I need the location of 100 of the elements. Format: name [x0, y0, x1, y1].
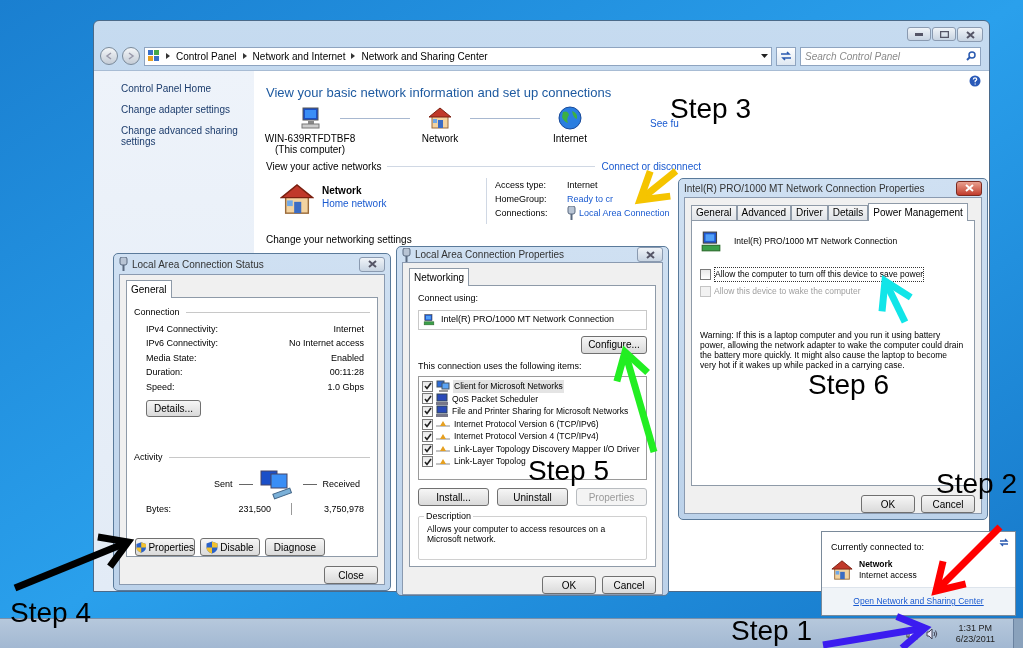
- chevron-icon: [166, 53, 170, 59]
- search-field[interactable]: Search Control Panel: [800, 46, 981, 66]
- group-title: Activity: [134, 451, 163, 464]
- chevron-icon: [242, 53, 247, 59]
- sidebar-link[interactable]: Change adapter settings: [121, 104, 248, 115]
- checkbox[interactable]: [422, 406, 433, 417]
- detail-label: Access type:: [495, 178, 548, 192]
- list-item[interactable]: Internet Protocol Version 4 (TCP/IPv4): [453, 430, 600, 444]
- back-button[interactable]: [100, 47, 118, 65]
- checkbox[interactable]: [422, 418, 433, 430]
- help-icon[interactable]: [969, 75, 981, 87]
- network-adapter-icon: [423, 313, 435, 326]
- description-text: Allows your computer to access resources on a Microsoft network.: [427, 524, 607, 544]
- list-item[interactable]: File and Printer Sharing for Microsoft Networks: [451, 405, 630, 418]
- tab[interactable]: General: [126, 280, 172, 298]
- breadcrumb-item[interactable]: Control Panel: [176, 48, 237, 64]
- adapter-name: Intel(R) PRO/1000 MT Network Connection: [734, 235, 898, 248]
- control-panel-icon: [148, 50, 160, 62]
- tab[interactable]: Details: [827, 205, 869, 220]
- button[interactable]: Details...: [146, 400, 201, 417]
- sidebar-link[interactable]: Change advanced sharing settings: [121, 125, 248, 147]
- list-item[interactable]: Link-Layer Topology Discovery Mapper I/O Driver: [453, 442, 641, 456]
- plug-icon: [402, 247, 411, 262]
- network-adapter-icon: [700, 231, 722, 253]
- forward-button[interactable]: [122, 47, 140, 65]
- button[interactable]: Close: [324, 566, 378, 584]
- tab[interactable]: General: [691, 205, 737, 220]
- breadcrumb-item[interactable]: Network and Sharing Center: [361, 48, 488, 64]
- minimize-button[interactable]: [907, 27, 931, 41]
- checkbox[interactable]: [422, 380, 433, 392]
- list-item[interactable]: Internet Protocol Version 6 (TCP/IPv6): [453, 417, 600, 431]
- close-button[interactable]: [359, 256, 385, 272]
- list-item[interactable]: Client for Microsoft Networks: [453, 379, 564, 393]
- button[interactable]: Cancel: [921, 495, 975, 513]
- button[interactable]: OK: [861, 495, 915, 513]
- network-status: Internet access: [859, 569, 917, 581]
- field-label: Bytes:: [146, 502, 172, 516]
- button[interactable]: Configure...: [581, 335, 647, 354]
- tab[interactable]: Driver: [791, 205, 828, 220]
- node-sublabel: (This computer): [275, 143, 345, 155]
- list-item[interactable]: Link-Layer Topolog: [453, 455, 527, 469]
- dialog-title: Local Area Connection Status: [132, 257, 265, 272]
- button[interactable]: Properties: [135, 538, 195, 556]
- dropdown-icon[interactable]: [761, 54, 768, 58]
- button[interactable]: Cancel: [602, 576, 656, 594]
- checkbox[interactable]: [422, 443, 433, 455]
- adapter-field: Intel(R) PRO/1000 MT Network Connection: [418, 309, 647, 330]
- network-type-link[interactable]: Home network: [322, 196, 387, 210]
- breadcrumb-item[interactable]: Network and Internet: [252, 48, 346, 64]
- field-value: Enabled: [330, 351, 364, 365]
- checkbox[interactable]: [422, 431, 433, 443]
- section-title: View your active networks: [266, 159, 382, 174]
- chevron-icon: [351, 53, 356, 59]
- sidebar-link[interactable]: Control Panel Home: [121, 83, 248, 94]
- connection-link[interactable]: Local Area Connection: [579, 205, 670, 220]
- section-title: Change your networking settings: [266, 232, 412, 247]
- address-bar[interactable]: Control Panel Network and Internet Network and Sharing Center: [144, 46, 772, 66]
- checkbox[interactable]: [422, 393, 433, 405]
- tab[interactable]: Advanced: [736, 205, 792, 220]
- speaker-icon[interactable]: [925, 627, 938, 640]
- close-button[interactable]: [637, 247, 663, 262]
- checkbox-label[interactable]: Allow the computer to turn off this device to save power: [714, 267, 925, 282]
- field-label: Media State:: [146, 351, 197, 365]
- button[interactable]: Uninstall: [497, 488, 568, 506]
- homegroup-link[interactable]: Ready to cr: [567, 191, 614, 206]
- house-icon: [280, 181, 314, 216]
- connect-link[interactable]: Connect or disconnect: [601, 158, 701, 174]
- bytes-received: 3,750,978: [322, 502, 364, 516]
- list-item[interactable]: QoS Packet Scheduler: [451, 392, 539, 406]
- close-icon: [965, 30, 975, 39]
- field-label: This connection uses the following items:: [418, 359, 583, 373]
- forward-icon: [127, 52, 135, 60]
- sent-label: Sent: [214, 477, 233, 491]
- tab[interactable]: Networking: [409, 268, 470, 286]
- tab[interactable]: Power Management: [868, 203, 968, 221]
- protocol-icon: [436, 445, 450, 454]
- plug-icon: [119, 257, 128, 271]
- plug-icon: [567, 205, 576, 220]
- button[interactable]: Diagnose: [265, 538, 325, 556]
- checkbox[interactable]: [700, 268, 711, 280]
- field-value: No Internet access: [288, 337, 364, 350]
- button[interactable]: Install...: [418, 488, 489, 506]
- refresh-button[interactable]: [776, 46, 796, 66]
- protocol-icon: [436, 457, 450, 466]
- button[interactable]: Disable: [200, 538, 260, 556]
- checkbox[interactable]: [422, 456, 433, 468]
- dialog-title: Intel(R) PRO/1000 MT Network Connection Properties: [684, 181, 926, 196]
- protocol-icon: [436, 420, 450, 429]
- button[interactable]: OK: [542, 576, 596, 594]
- refresh-icon[interactable]: [999, 538, 1009, 547]
- field-label: Duration:: [146, 366, 183, 379]
- refresh-icon: [780, 51, 792, 61]
- maximize-button[interactable]: [932, 27, 956, 41]
- close-button[interactable]: [957, 27, 983, 42]
- computer-icon: [298, 105, 322, 130]
- search-icon: [966, 51, 976, 61]
- field-value: 00:11:28: [329, 366, 364, 379]
- clock-date[interactable]: 6/23/2011: [955, 633, 995, 645]
- close-button[interactable]: [956, 180, 982, 196]
- clock-time[interactable]: 1:31 PM: [958, 622, 993, 634]
